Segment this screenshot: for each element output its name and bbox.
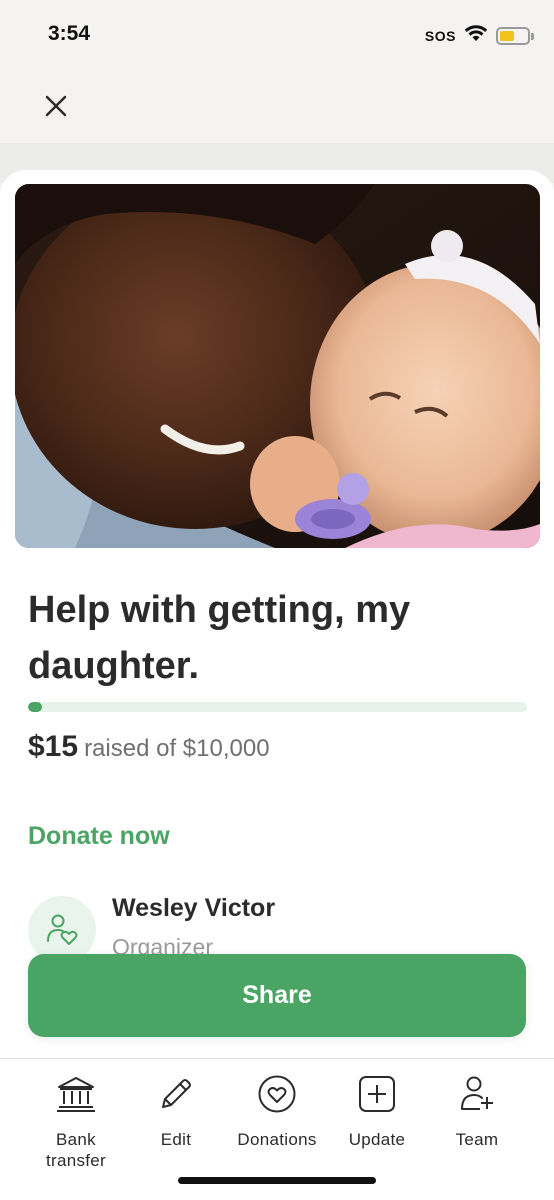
add-person-icon [461,1076,493,1110]
plus-square-icon [359,1076,395,1112]
bank-icon [57,1077,95,1112]
status-indicators: SOS [424,24,534,47]
tab-label: Team [455,1130,499,1149]
top-bar [0,70,554,150]
campaign-sheet: Help with getting, my daughter. $15 raise… [0,170,554,1060]
wifi-icon [464,24,488,47]
close-button[interactable] [38,88,74,124]
home-indicator [178,1177,376,1184]
status-bar: 3:54 SOS [0,0,554,70]
raised-goal-text: raised of $10,000 [84,735,270,762]
donate-now-link[interactable]: Donate now [28,822,170,851]
heart-icon [258,1075,296,1113]
battery-icon [496,26,534,45]
tab-label: Donations [237,1130,317,1149]
tab-label: Update [348,1130,406,1149]
raised-amount: $15 [28,730,79,763]
status-time: 3:54 [48,22,91,45]
fundraising-progress-bar [28,702,527,712]
organizer-name: Wesley Victor [112,894,276,922]
tab-edit[interactable]: Edit [121,1073,231,1150]
organizer-heart-icon [47,914,78,945]
carrier-label: SOS [424,27,456,44]
progress-fill [28,702,42,712]
pencil-icon [162,1079,191,1108]
tab-label: Bank transfer [45,1130,107,1170]
tab-label: Edit [160,1130,192,1149]
tab-update[interactable]: Update [322,1073,432,1150]
tab-team[interactable]: Team [422,1073,532,1150]
campaign-title: Help with getting, my daughter. [28,589,411,687]
campaign-photo [15,184,540,548]
tab-bank-transfer[interactable]: Bank transfer [21,1073,131,1171]
tab-donations[interactable]: Donations [222,1073,332,1150]
close-icon [45,95,67,117]
share-button[interactable]: Share [28,954,526,1037]
raised-summary: $15 raised of $10,000 [28,730,270,764]
